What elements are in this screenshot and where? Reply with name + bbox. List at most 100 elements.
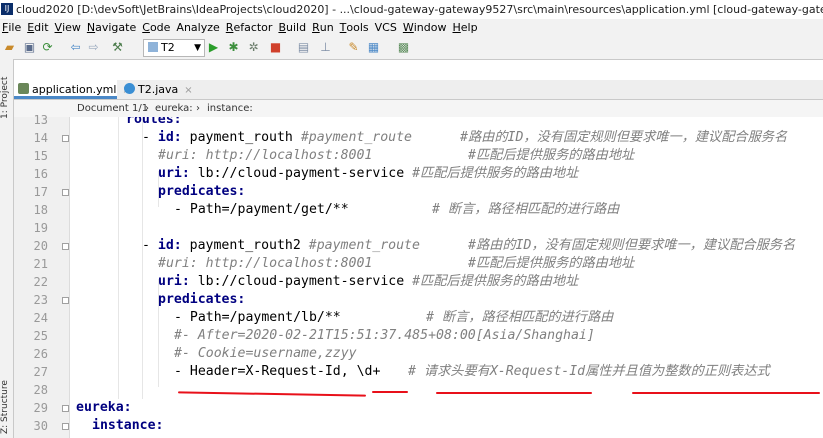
chevron-down-icon: ▼	[194, 43, 201, 53]
line-number: 21	[33, 257, 48, 271]
menu-item[interactable]: Edit	[25, 19, 52, 37]
window-title-bar: IJ cloud2020 [D:\devSoft\JetBrains\IdeaPr…	[0, 0, 823, 19]
menu-item[interactable]: Navigate	[85, 19, 140, 37]
line-number: 30	[33, 419, 48, 433]
annotation-underline	[632, 392, 820, 394]
back-arrow-icon[interactable]: ⇦	[68, 40, 83, 55]
save-icon[interactable]: ▣	[22, 40, 37, 55]
fold-marker-icon[interactable]	[62, 423, 69, 430]
code-line-21: #uri: http://localhost:8001	[158, 256, 373, 271]
code-comment-27: # 请求头要有X-Request-Id属性并且值为整数的正则表达式	[408, 364, 770, 379]
menu-item[interactable]: Refactor	[224, 19, 277, 37]
sdk-icon[interactable]: ⊥	[318, 40, 333, 55]
code-line-17: predicates:	[158, 184, 246, 199]
tab-label: application.yml	[32, 83, 117, 96]
menu-item[interactable]: VCS	[373, 19, 401, 37]
build-hammer-icon[interactable]: ⚒	[110, 40, 125, 55]
forward-arrow-icon[interactable]: ⇨	[86, 40, 101, 55]
run-configuration-select[interactable]: T2 ▼	[143, 39, 205, 57]
menu-item[interactable]: Tools	[338, 19, 373, 37]
line-number: 23	[33, 293, 48, 307]
line-number: 24	[33, 311, 48, 325]
code-line-22: uri: lb://cloud-payment-service #匹配后提供服务…	[158, 274, 579, 289]
tab-t2-java[interactable]: T2.java ×	[120, 80, 194, 99]
intellij-logo-icon: IJ	[1, 3, 13, 15]
stop-icon[interactable]: ■	[268, 40, 283, 55]
left-tool-window-bar: 1: Project Z: Structure	[0, 59, 14, 438]
line-number: 15	[33, 149, 48, 163]
vcs-icon[interactable]: ▩	[396, 40, 411, 55]
code-editor[interactable]: routes: - id: payment_routh #payment_rou…	[70, 117, 823, 438]
code-line-13: routes:	[126, 117, 182, 127]
code-comment-20: #路由的ID，没有固定规则但要求唯一，建议配合服务名	[468, 238, 796, 253]
debug-icon[interactable]: ✱	[226, 40, 241, 55]
menu-item[interactable]: View	[53, 19, 85, 37]
project-structure-icon[interactable]: ▤	[296, 40, 311, 55]
run-icon[interactable]: ▶	[206, 40, 221, 55]
line-number: 20	[33, 239, 48, 253]
breadcrumb-document[interactable]: Document 1/1	[77, 100, 148, 117]
code-comment-24: # 断言，路径相匹配的进行路由	[426, 310, 614, 325]
fold-marker-icon[interactable]	[62, 297, 69, 304]
fold-marker-icon[interactable]	[62, 405, 69, 412]
menu-item[interactable]: Window	[401, 19, 451, 37]
breadcrumb-instance[interactable]: instance:	[207, 100, 253, 117]
code-line-18: - Path=/payment/get/**	[174, 202, 349, 217]
coverage-icon[interactable]: ✲	[246, 40, 261, 55]
fold-marker-icon[interactable]	[62, 243, 69, 250]
editor-tabs: application.yml× T2.java ×	[14, 80, 823, 100]
breadcrumb-separator: ›	[145, 103, 149, 114]
open-folder-icon[interactable]: ▰	[2, 40, 17, 55]
project-tool-tab[interactable]: 1: Project	[0, 77, 10, 119]
annotation-underline	[177, 391, 367, 397]
breadcrumb-separator: ›	[196, 103, 200, 114]
close-icon[interactable]: ×	[184, 85, 192, 96]
fold-marker-icon[interactable]	[62, 135, 69, 142]
java-class-icon	[124, 83, 135, 94]
line-number: 22	[33, 275, 48, 289]
code-line-16: uri: lb://cloud-payment-service #匹配后提供服务…	[158, 166, 579, 181]
window-title: cloud2020 [D:\devSoft\JetBrains\IdeaProj…	[16, 3, 823, 16]
run-config-label: T2	[161, 41, 175, 54]
tab-application-yml[interactable]: application.yml×	[14, 80, 131, 99]
annotation-underline	[436, 392, 592, 394]
menu-item[interactable]: File	[0, 19, 25, 37]
code-line-20: - id: payment_routh2 #payment_route	[142, 238, 420, 253]
code-line-15: #uri: http://localhost:8001	[158, 148, 373, 163]
menu-item[interactable]: Analyze	[174, 19, 223, 37]
line-number: 28	[33, 383, 48, 397]
line-number: 27	[33, 365, 48, 379]
database-icon[interactable]: ▦	[366, 40, 381, 55]
search-everywhere-icon[interactable]: ✎	[346, 40, 361, 55]
menu-bar: File Edit View Navigate Code Analyze Refactor B…	[0, 19, 823, 37]
line-number: 26	[33, 347, 48, 361]
menu-item[interactable]: Help	[451, 19, 482, 37]
code-line-29: eureka:	[76, 400, 132, 415]
line-number: 19	[33, 221, 48, 235]
run-config-icon	[148, 42, 158, 52]
line-number: 13	[33, 113, 48, 127]
code-line-23: predicates:	[158, 292, 246, 307]
annotation-underline	[372, 391, 408, 393]
sync-icon[interactable]: ⟳	[40, 40, 55, 55]
code-line-26: #- Cookie=username,zzyy	[174, 346, 357, 361]
line-number: 14	[33, 131, 48, 145]
code-comment-21: #匹配后提供服务的路由地址	[468, 256, 635, 271]
structure-tool-tab[interactable]: Z: Structure	[0, 380, 10, 434]
yaml-file-icon	[18, 83, 29, 94]
breadcrumb-eureka[interactable]: eureka:	[155, 100, 193, 117]
tab-label: T2.java	[138, 83, 179, 96]
menu-item[interactable]: Build	[276, 19, 310, 37]
line-number: 29	[33, 401, 48, 415]
line-number: 18	[33, 203, 48, 217]
menu-item[interactable]: Run	[310, 19, 338, 37]
code-line-14: - id: payment_routh #payment_route	[142, 130, 412, 145]
code-line-27: - Header=X-Request-Id, \d+	[174, 364, 381, 379]
code-line-25: #- After=2020-02-21T15:51:37.485+08:00[A…	[174, 328, 595, 343]
main-toolbar: ▰ ▣ ⟳ ⇦ ⇨ ⚒ T2 ▼ ▶ ✱ ✲ ■ ▤ ⊥ ✎ ▦ ▩	[0, 37, 823, 60]
code-comment-15: #匹配后提供服务的路由地址	[468, 148, 635, 163]
code-comment-14: #路由的ID，没有固定规则但要求唯一，建议配合服务名	[460, 130, 788, 145]
line-number: 16	[33, 167, 48, 181]
menu-item[interactable]: Code	[140, 19, 174, 37]
fold-marker-icon[interactable]	[62, 189, 69, 196]
